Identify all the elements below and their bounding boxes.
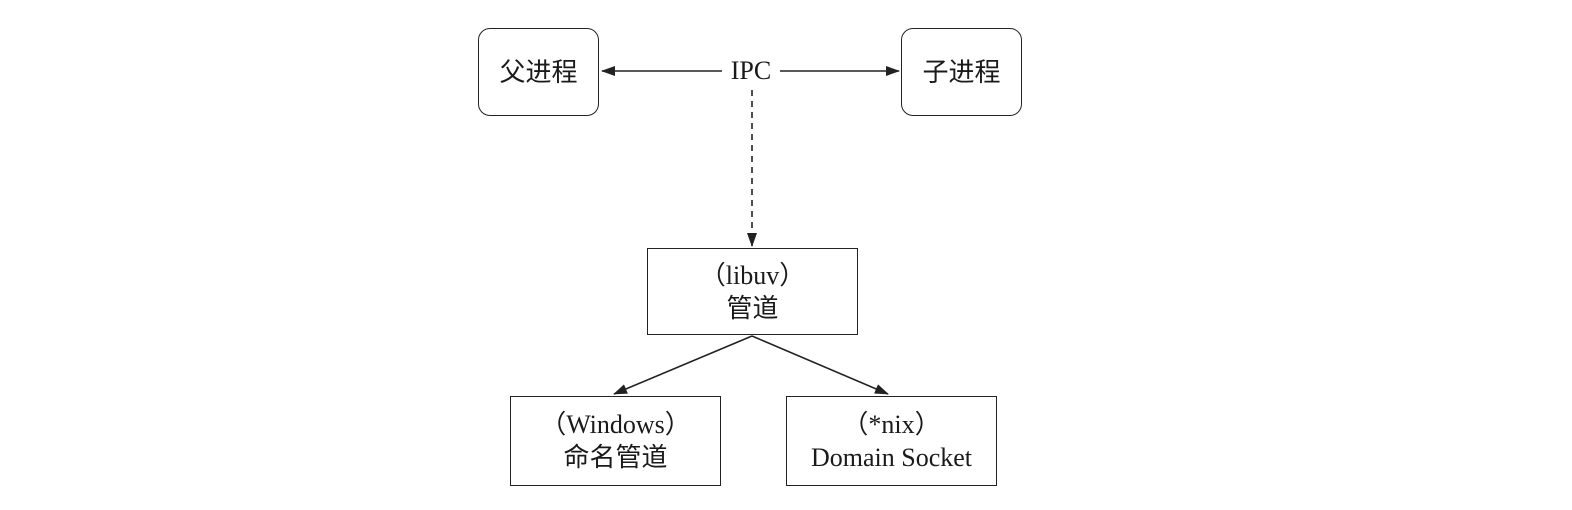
parent-process-label: 父进程 (499, 57, 578, 87)
arrow-pipe-to-windows (613, 335, 753, 395)
child-process-label: 子进程 (922, 57, 1001, 87)
nix-line2: Domain Socket (810, 443, 973, 472)
nix-domain-socket-node: （*nix） Domain Socket (786, 396, 997, 486)
windows-line2: 命名管道 (563, 443, 668, 472)
windows-named-pipe-node: （Windows） 命名管道 (510, 396, 721, 486)
libuv-pipe-line1: （libuv） (699, 260, 806, 290)
arrow-pipe-to-nix (751, 335, 889, 395)
libuv-pipe-node: （libuv） 管道 (647, 248, 858, 335)
ipc-diagram: 父进程 子进程 IPC （libuv） 管道 （Windows） 命名管道 （*… (0, 0, 1572, 510)
parent-process-node: 父进程 (478, 28, 599, 116)
libuv-pipe-line2: 管道 (726, 293, 779, 323)
child-process-node: 子进程 (901, 28, 1022, 116)
windows-line1: （Windows） (540, 410, 691, 439)
ipc-label: IPC (722, 54, 780, 88)
nix-line1: （*nix） (842, 410, 941, 439)
